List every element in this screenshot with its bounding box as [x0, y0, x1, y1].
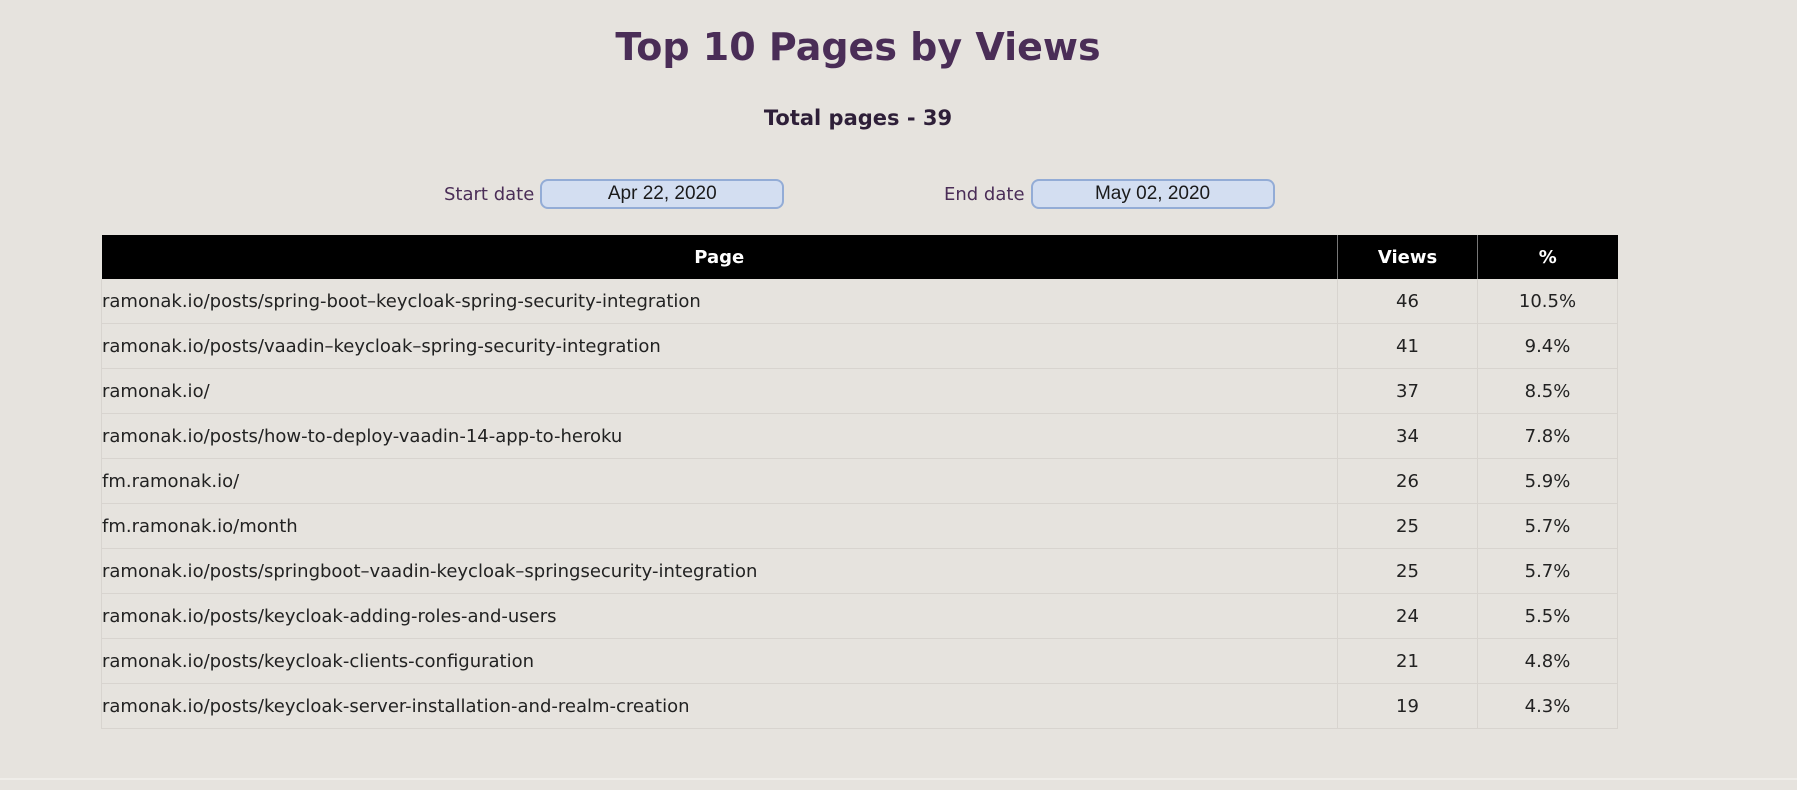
column-header-page[interactable]: Page — [101, 235, 1338, 279]
percent-cell: 7.8% — [1477, 413, 1618, 459]
start-date-filter: Start date — [444, 178, 785, 210]
views-cell: 24 — [1337, 593, 1478, 639]
percent-cell: 5.5% — [1477, 593, 1618, 639]
views-cell: 46 — [1337, 279, 1478, 324]
views-cell: 34 — [1337, 413, 1478, 459]
end-date-filter: End date — [944, 178, 1275, 210]
table-row: ramonak.io/ 37 8.5% — [101, 368, 1618, 414]
table-row: ramonak.io/posts/keycloak-clients-config… — [101, 638, 1618, 684]
views-cell: 25 — [1337, 548, 1478, 594]
table-header-row: Page Views % — [101, 235, 1618, 279]
top-pages-table: Page Views % ramonak.io/posts/spring-boo… — [101, 235, 1618, 729]
views-cell: 41 — [1337, 323, 1478, 369]
start-date-input[interactable] — [540, 179, 785, 209]
start-date-label: Start date — [444, 183, 535, 205]
page-cell: ramonak.io/posts/how-to-deploy-vaadin-14… — [101, 413, 1338, 459]
column-header-views[interactable]: Views — [1337, 235, 1478, 279]
percent-cell: 4.8% — [1477, 638, 1618, 684]
page-cell: ramonak.io/ — [101, 368, 1338, 414]
table-row: fm.ramonak.io/month 25 5.7% — [101, 503, 1618, 549]
page-cell: fm.ramonak.io/ — [101, 458, 1338, 504]
total-pages-label: Total pages - 39 — [763, 106, 953, 130]
table-body: ramonak.io/posts/spring-boot–keycloak-sp… — [101, 279, 1618, 729]
table-row: ramonak.io/posts/how-to-deploy-vaadin-14… — [101, 413, 1618, 459]
page-cell: ramonak.io/posts/keycloak-adding-roles-a… — [101, 593, 1338, 639]
page-cell: fm.ramonak.io/month — [101, 503, 1338, 549]
page-cell: ramonak.io/posts/keycloak-server-install… — [101, 683, 1338, 729]
end-date-input[interactable] — [1030, 179, 1275, 209]
percent-cell: 10.5% — [1477, 279, 1618, 324]
percent-cell: 5.7% — [1477, 503, 1618, 549]
percent-cell: 9.4% — [1477, 323, 1618, 369]
percent-cell: 4.3% — [1477, 683, 1618, 729]
views-cell: 37 — [1337, 368, 1478, 414]
percent-cell: 5.9% — [1477, 458, 1618, 504]
bottom-divider — [0, 778, 1797, 780]
page-cell: ramonak.io/posts/springboot–vaadin-keycl… — [101, 548, 1338, 594]
table-row: ramonak.io/posts/springboot–vaadin-keycl… — [101, 548, 1618, 594]
views-cell: 21 — [1337, 638, 1478, 684]
page-title: Top 10 Pages by Views — [615, 25, 1101, 69]
table-row: ramonak.io/posts/keycloak-adding-roles-a… — [101, 593, 1618, 639]
views-cell: 19 — [1337, 683, 1478, 729]
table-row: ramonak.io/posts/keycloak-server-install… — [101, 683, 1618, 729]
page-cell: ramonak.io/posts/spring-boot–keycloak-sp… — [101, 279, 1338, 324]
table-row: ramonak.io/posts/spring-boot–keycloak-sp… — [101, 279, 1618, 324]
percent-cell: 8.5% — [1477, 368, 1618, 414]
table-row: ramonak.io/posts/vaadin–keycloak–spring-… — [101, 323, 1618, 369]
percent-cell: 5.7% — [1477, 548, 1618, 594]
table-row: fm.ramonak.io/ 26 5.9% — [101, 458, 1618, 504]
column-header-percent[interactable]: % — [1477, 235, 1618, 279]
page-cell: ramonak.io/posts/keycloak-clients-config… — [101, 638, 1338, 684]
page-cell: ramonak.io/posts/vaadin–keycloak–spring-… — [101, 323, 1338, 369]
end-date-label: End date — [944, 183, 1025, 205]
views-cell: 25 — [1337, 503, 1478, 549]
views-cell: 26 — [1337, 458, 1478, 504]
